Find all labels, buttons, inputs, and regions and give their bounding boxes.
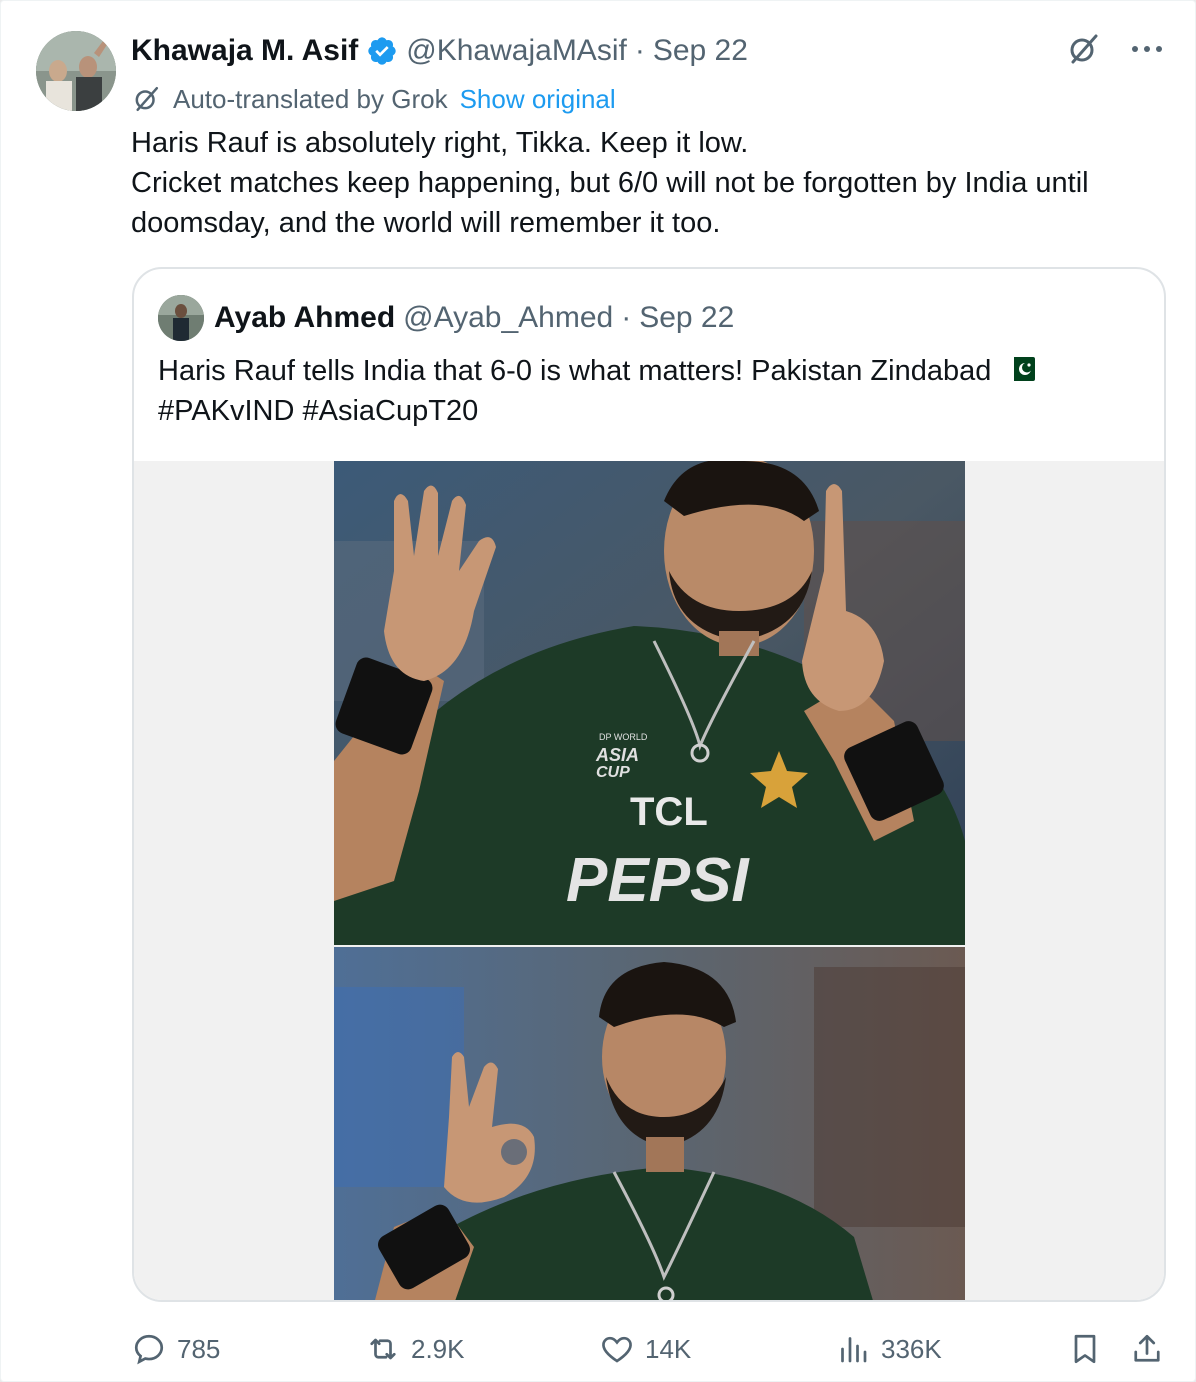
- like-button[interactable]: 14K: [599, 1323, 691, 1375]
- bookmark-button[interactable]: [1067, 1323, 1103, 1375]
- badge-text-1: DP WORLD: [599, 732, 648, 742]
- repost-button[interactable]: 2.9K: [365, 1323, 465, 1375]
- repost-count: 2.9K: [411, 1333, 465, 1364]
- quoted-author-name[interactable]: Ayab Ahmed: [214, 301, 395, 335]
- pakistan-flag-icon: [1009, 357, 1036, 382]
- tweet-text-line: Cricket matches keep happening, but 6/0 …: [131, 167, 1089, 199]
- tweet-text-line: doomsday, and the world will remember it…: [131, 207, 721, 239]
- action-bar: 785 2.9K 14K 336K: [131, 1323, 1171, 1375]
- quoted-header: Ayab Ahmed @Ayab_Ahmed · Sep 22: [158, 295, 734, 341]
- reply-icon: [134, 1334, 164, 1365]
- share-icon: [1134, 1334, 1160, 1362]
- like-count: 14K: [645, 1333, 692, 1364]
- translation-label: Auto-translated by Grok: [173, 83, 448, 114]
- quoted-hashtags[interactable]: #PAKvIND #AsiaCupT20: [158, 391, 1148, 431]
- repost-icon: [370, 1338, 396, 1360]
- share-button[interactable]: [1129, 1323, 1165, 1375]
- quoted-text-line: Haris Rauf tells India that 6-0 is what …: [158, 355, 992, 387]
- tweet-text: Haris Rauf is absolutely right, Tikka. K…: [131, 123, 1176, 243]
- quoted-media[interactable]: DP WORLD ASIA CUP TCL PEPSI: [134, 461, 1164, 1300]
- verified-badge-icon: [368, 37, 396, 65]
- quoted-tweet[interactable]: Ayab Ahmed @Ayab_Ahmed · Sep 22 Haris Ra…: [132, 267, 1166, 1302]
- player-photo-top[interactable]: DP WORLD ASIA CUP TCL PEPSI: [334, 461, 965, 945]
- grok-icon[interactable]: [1065, 31, 1101, 67]
- tweet-header: Khawaja M. Asif @KhawajaMAsif · Sep 22: [131, 29, 748, 73]
- show-original-link[interactable]: Show original: [460, 84, 616, 115]
- reply-button[interactable]: 785: [131, 1323, 220, 1375]
- author-name[interactable]: Khawaja M. Asif: [131, 34, 358, 68]
- tweet-text-line: Haris Rauf is absolutely right, Tikka. K…: [131, 127, 749, 159]
- analytics-icon: [841, 1337, 867, 1363]
- tweet-date[interactable]: Sep 22: [653, 34, 748, 68]
- more-options-icon[interactable]: [1131, 44, 1163, 54]
- heart-icon: [602, 1336, 632, 1363]
- quoted-separator: ·: [621, 301, 632, 334]
- author-handle[interactable]: @KhawajaMAsif: [406, 34, 627, 68]
- translation-notice: Auto-translated by Grok Show original: [131, 81, 616, 117]
- bookmark-icon: [1074, 1334, 1096, 1364]
- tweet-card: Khawaja M. Asif @KhawajaMAsif · Sep 22 A…: [0, 0, 1196, 1382]
- sponsor-pepsi-text: PEPSI: [566, 846, 750, 915]
- header-separator: ·: [634, 34, 645, 67]
- player-photo-bottom[interactable]: [334, 947, 965, 1300]
- badge-text-3: CUP: [596, 764, 630, 781]
- header-actions: [1065, 31, 1163, 67]
- view-count: 336K: [881, 1333, 942, 1364]
- grok-translate-icon: [135, 86, 159, 112]
- quoted-author-handle[interactable]: @Ayab_Ahmed: [403, 301, 613, 335]
- quoted-text: Haris Rauf tells India that 6-0 is what …: [158, 351, 1148, 431]
- quoted-avatar[interactable]: [158, 295, 204, 341]
- views-button[interactable]: 336K: [835, 1323, 942, 1375]
- author-avatar[interactable]: [36, 31, 116, 111]
- sponsor-tcl-text: TCL: [630, 790, 708, 834]
- badge-text-2: ASIA: [595, 745, 639, 765]
- quoted-date[interactable]: Sep 22: [639, 301, 734, 335]
- reply-count: 785: [177, 1333, 221, 1364]
